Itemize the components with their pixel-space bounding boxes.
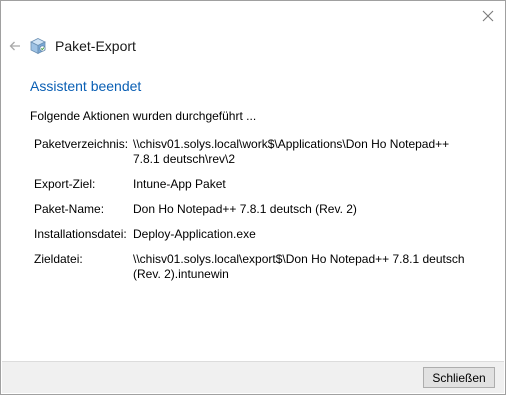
dialog-footer: Schließen: [2, 361, 504, 393]
detail-label: Zieldatei:: [34, 252, 83, 266]
detail-value: Intune-App Paket: [133, 177, 226, 191]
detail-value: Deploy-Application.exe: [133, 227, 256, 241]
back-button[interactable]: [7, 38, 23, 54]
page-subtitle: Folgende Aktionen wurden durchgeführt ..…: [30, 109, 257, 123]
window-header: Paket-Export: [7, 35, 136, 57]
close-icon: [482, 10, 494, 22]
detail-row-package-dir: Paketverzeichnis: \\chisv01.solys.local\…: [34, 137, 474, 167]
detail-label: Paket-Name:: [34, 202, 105, 216]
detail-value: Don Ho Notepad++ 7.8.1 deutsch (Rev. 2): [133, 202, 357, 216]
close-button[interactable]: Schließen: [423, 367, 495, 388]
detail-row-target-file: Zieldatei: \\chisv01.solys.local\export$…: [34, 252, 474, 282]
back-arrow-icon: [9, 41, 20, 51]
detail-row-export-target: Export-Ziel: Intune-App Paket: [34, 177, 474, 192]
detail-row-package-name: Paket-Name: Don Ho Notepad++ 7.8.1 deuts…: [34, 202, 474, 217]
page-heading: Assistent beendet: [30, 78, 142, 94]
detail-label: Paketverzeichnis:: [34, 137, 129, 151]
wizard-window: Paket-Export Assistent beendet Folgende …: [0, 0, 506, 395]
window-title: Paket-Export: [55, 38, 136, 54]
package-icon: [29, 37, 47, 55]
window-close-button[interactable]: [477, 5, 499, 27]
detail-label: Export-Ziel:: [34, 177, 96, 191]
detail-value: \\chisv01.solys.local\work$\Applications…: [133, 137, 450, 166]
detail-row-install-file: Installationsdatei: Deploy-Application.e…: [34, 227, 474, 242]
detail-value: \\chisv01.solys.local\export$\Don Ho Not…: [133, 252, 465, 281]
detail-label: Installationsdatei:: [34, 227, 127, 241]
summary-details: Paketverzeichnis: \\chisv01.solys.local\…: [34, 137, 474, 292]
